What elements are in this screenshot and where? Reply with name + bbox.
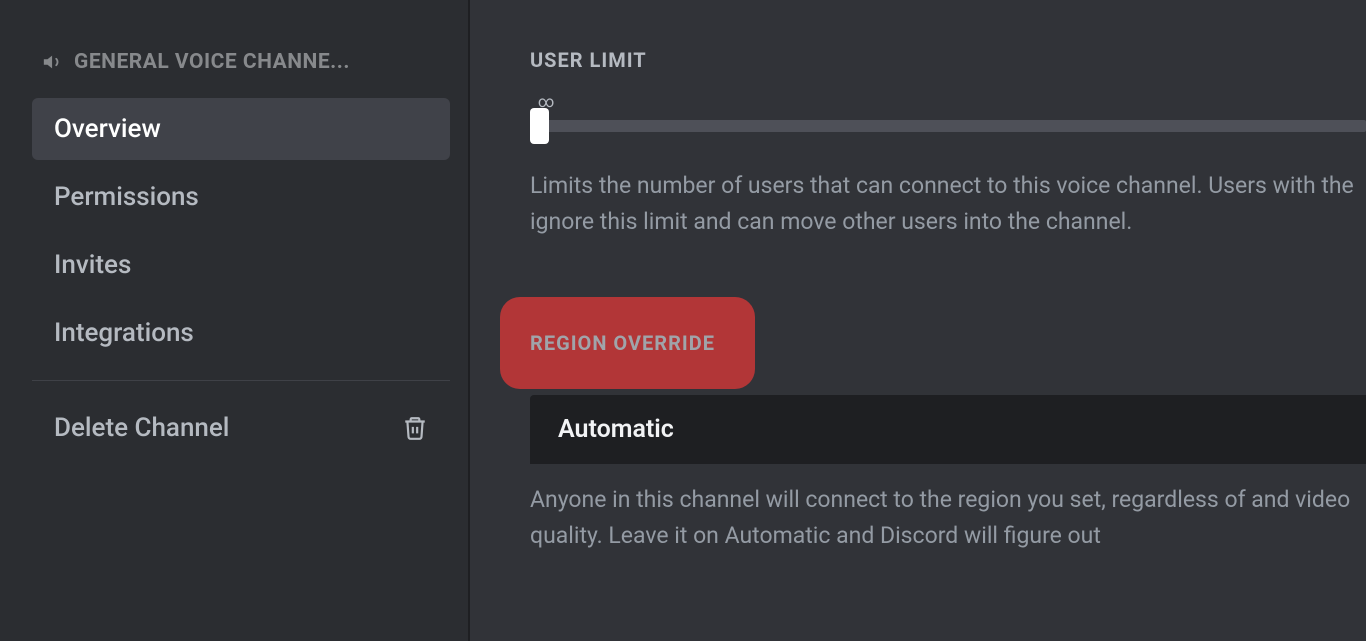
nav-label: Integrations (54, 318, 194, 348)
sidebar-title-text: GENERAL VOICE CHANNE... (74, 50, 350, 74)
sidebar-title: GENERAL VOICE CHANNE... (32, 50, 450, 74)
region-override-label: REGION OVERRIDE (530, 331, 715, 355)
nav-label: Invites (54, 250, 131, 280)
nav-overview[interactable]: Overview (32, 98, 450, 160)
settings-main: USER LIMIT ∞ Limits the number of users … (470, 0, 1366, 641)
slider-thumb[interactable] (530, 108, 549, 144)
region-selected-value: Automatic (558, 415, 674, 444)
user-limit-help: Limits the number of users that can conn… (530, 168, 1366, 239)
nav-permissions[interactable]: Permissions (32, 166, 450, 228)
region-help: Anyone in this channel will connect to t… (530, 482, 1366, 553)
speaker-icon (42, 51, 64, 73)
sidebar-divider (32, 380, 450, 381)
delete-channel-button[interactable]: Delete Channel (32, 397, 450, 459)
region-override-highlight: REGION OVERRIDE (500, 297, 755, 389)
region-select[interactable]: Automatic (530, 395, 1366, 464)
slider-track[interactable] (540, 120, 1366, 132)
settings-sidebar: GENERAL VOICE CHANNE... Overview Permiss… (0, 0, 470, 641)
nav-label: Permissions (54, 182, 199, 212)
delete-label: Delete Channel (54, 413, 229, 443)
user-limit-slider[interactable]: ∞ (530, 102, 1366, 144)
nav-integrations[interactable]: Integrations (32, 302, 450, 364)
user-limit-label: USER LIMIT (530, 48, 1366, 72)
trash-icon (402, 415, 428, 441)
nav-invites[interactable]: Invites (32, 234, 450, 296)
nav-label: Overview (54, 114, 161, 144)
